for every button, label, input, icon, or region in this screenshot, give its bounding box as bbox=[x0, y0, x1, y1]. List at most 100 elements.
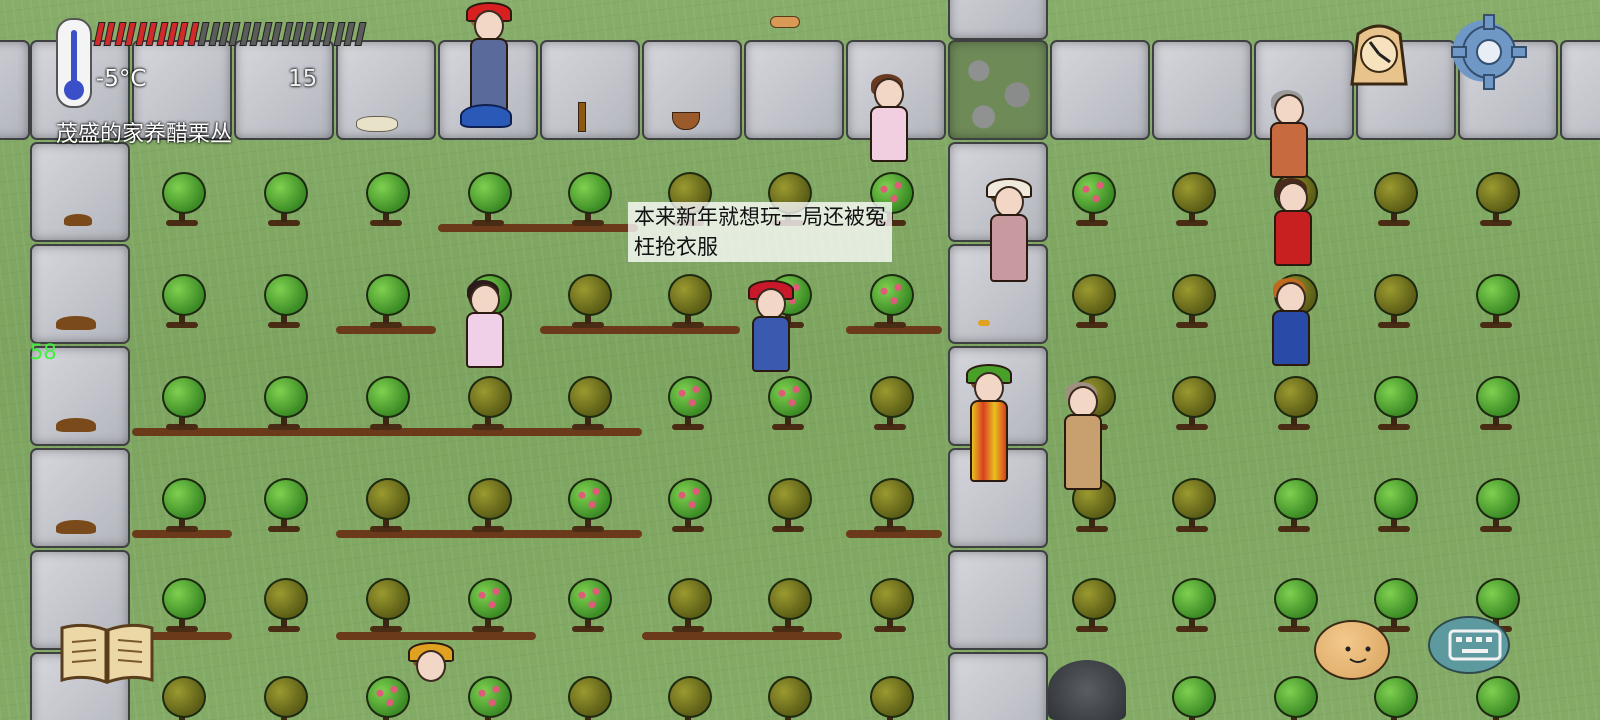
gooseberry-bush[interactable] bbox=[1474, 172, 1520, 228]
stone-floor-tile[interactable] bbox=[0, 40, 30, 140]
gooseberry-bush[interactable] bbox=[364, 274, 410, 330]
gooseberry-bush[interactable] bbox=[1474, 478, 1520, 534]
gooseberry-bush[interactable] bbox=[1070, 172, 1116, 228]
gooseberry-bush[interactable] bbox=[868, 376, 914, 432]
gooseberry-bush[interactable] bbox=[466, 676, 512, 720]
gooseberry-bush[interactable] bbox=[766, 676, 812, 720]
dirt-pile-item[interactable] bbox=[56, 520, 96, 534]
stone-floor-tile[interactable] bbox=[234, 40, 334, 140]
gooseberry-bush[interactable] bbox=[262, 478, 308, 534]
gooseberry-bush[interactable] bbox=[160, 274, 206, 330]
gooseberry-bush[interactable] bbox=[1474, 676, 1520, 720]
blue-hat-item[interactable] bbox=[460, 104, 512, 128]
gooseberry-bush[interactable] bbox=[1474, 376, 1520, 432]
gooseberry-bush[interactable] bbox=[466, 172, 512, 228]
gooseberry-bush[interactable] bbox=[1070, 274, 1116, 330]
keyboard-icon[interactable] bbox=[1428, 616, 1510, 674]
gooseberry-bush[interactable] bbox=[364, 578, 410, 634]
gooseberry-bush[interactable] bbox=[1372, 172, 1418, 228]
gooseberry-bush[interactable] bbox=[1070, 578, 1116, 634]
gooseberry-bush[interactable] bbox=[1372, 676, 1418, 720]
gooseberry-bush[interactable] bbox=[1272, 578, 1318, 634]
gooseberry-bush[interactable] bbox=[566, 676, 612, 720]
gooseberry-bush[interactable] bbox=[262, 274, 308, 330]
gooseberry-bush[interactable] bbox=[1474, 274, 1520, 330]
gooseberry-bush[interactable] bbox=[1170, 172, 1216, 228]
stone-floor-tile[interactable] bbox=[1152, 40, 1252, 140]
gooseberry-bush[interactable] bbox=[1170, 478, 1216, 534]
dirt-pile-item[interactable] bbox=[56, 418, 96, 432]
shovel-item[interactable] bbox=[578, 102, 586, 132]
gooseberry-bush[interactable] bbox=[766, 478, 812, 534]
gooseberry-bush[interactable] bbox=[1272, 478, 1318, 534]
player-character-elder[interactable] bbox=[1056, 376, 1106, 496]
stone-floor-tile[interactable] bbox=[540, 40, 640, 140]
gooseberry-bush[interactable] bbox=[262, 578, 308, 634]
gooseberry-bush[interactable] bbox=[566, 274, 612, 330]
dirt-pile-item[interactable] bbox=[56, 316, 96, 330]
gooseberry-bush[interactable] bbox=[566, 478, 612, 534]
gooseberry-bush[interactable] bbox=[1372, 376, 1418, 432]
gooseberry-bush[interactable] bbox=[160, 676, 206, 720]
book-icon[interactable] bbox=[58, 620, 156, 686]
gooseberry-bush[interactable] bbox=[262, 172, 308, 228]
stone-floor-tile[interactable] bbox=[1050, 40, 1150, 140]
yellow-seed-item[interactable] bbox=[978, 320, 990, 326]
emote-face-icon[interactable] bbox=[1314, 620, 1390, 680]
gooseberry-bush[interactable] bbox=[364, 478, 410, 534]
gooseberry-bush[interactable] bbox=[160, 578, 206, 634]
cobblestone-tile[interactable] bbox=[948, 40, 1048, 140]
stone-floor-tile[interactable] bbox=[948, 652, 1048, 720]
player-character-red-dress[interactable] bbox=[1266, 172, 1316, 282]
game-world[interactable]: 本来新年就想玩一局还被冤 枉抢衣服 bbox=[0, 0, 1600, 720]
gooseberry-bush[interactable] bbox=[868, 578, 914, 634]
clock-icon[interactable] bbox=[1344, 14, 1414, 88]
gooseberry-bush[interactable] bbox=[262, 376, 308, 432]
stone-floor-tile[interactable] bbox=[948, 550, 1048, 650]
gooseberry-bush[interactable] bbox=[1170, 578, 1216, 634]
gooseberry-bush[interactable] bbox=[1372, 478, 1418, 534]
gooseberry-bush[interactable] bbox=[1170, 676, 1216, 720]
gooseberry-bush[interactable] bbox=[566, 172, 612, 228]
gooseberry-bush[interactable] bbox=[666, 676, 712, 720]
gooseberry-bush[interactable] bbox=[364, 172, 410, 228]
player-character-red-hat-dress[interactable] bbox=[744, 278, 794, 398]
gooseberry-bush[interactable] bbox=[1170, 376, 1216, 432]
stone-floor-tile[interactable] bbox=[1560, 40, 1600, 140]
stone-floor-tile[interactable] bbox=[30, 142, 130, 242]
gooseberry-bush[interactable] bbox=[666, 578, 712, 634]
gooseberry-bush[interactable] bbox=[666, 376, 712, 432]
player-character-green-hat[interactable] bbox=[962, 362, 1012, 502]
gooseberry-bush[interactable] bbox=[868, 676, 914, 720]
gooseberry-bush[interactable] bbox=[364, 676, 410, 720]
gooseberry-bush[interactable] bbox=[466, 578, 512, 634]
gooseberry-bush[interactable] bbox=[160, 478, 206, 534]
stone-pile-item[interactable] bbox=[1048, 660, 1126, 720]
player-character-pink-coat-2[interactable] bbox=[458, 274, 508, 384]
gooseberry-bush[interactable] bbox=[262, 676, 308, 720]
cloth-item[interactable] bbox=[356, 116, 398, 132]
gooseberry-bush[interactable] bbox=[868, 274, 914, 330]
gooseberry-bush[interactable] bbox=[160, 172, 206, 228]
player-character-pink-coat[interactable] bbox=[862, 68, 912, 178]
stone-floor-tile[interactable] bbox=[948, 0, 1048, 40]
gooseberry-bush[interactable] bbox=[1272, 676, 1318, 720]
gooseberry-bush[interactable] bbox=[466, 376, 512, 432]
player-character-orange-hat[interactable] bbox=[404, 640, 454, 720]
player-character-blue-cape[interactable] bbox=[1264, 272, 1314, 384]
gooseberry-bush[interactable] bbox=[466, 478, 512, 534]
gooseberry-bush[interactable] bbox=[566, 376, 612, 432]
gooseberry-bush[interactable] bbox=[364, 376, 410, 432]
gooseberry-bush[interactable] bbox=[766, 578, 812, 634]
gooseberry-bush[interactable] bbox=[1170, 274, 1216, 330]
gooseberry-bush[interactable] bbox=[666, 274, 712, 330]
gear-icon[interactable] bbox=[1444, 12, 1527, 90]
dirt-pile-item[interactable] bbox=[64, 214, 92, 226]
gooseberry-bush[interactable] bbox=[868, 478, 914, 534]
gooseberry-bush[interactable] bbox=[1372, 274, 1418, 330]
gooseberry-bush[interactable] bbox=[160, 376, 206, 432]
bread-item[interactable] bbox=[770, 16, 800, 28]
gooseberry-bush[interactable] bbox=[666, 478, 712, 534]
player-character-white-hat[interactable] bbox=[982, 176, 1032, 300]
gooseberry-bush[interactable] bbox=[566, 578, 612, 634]
